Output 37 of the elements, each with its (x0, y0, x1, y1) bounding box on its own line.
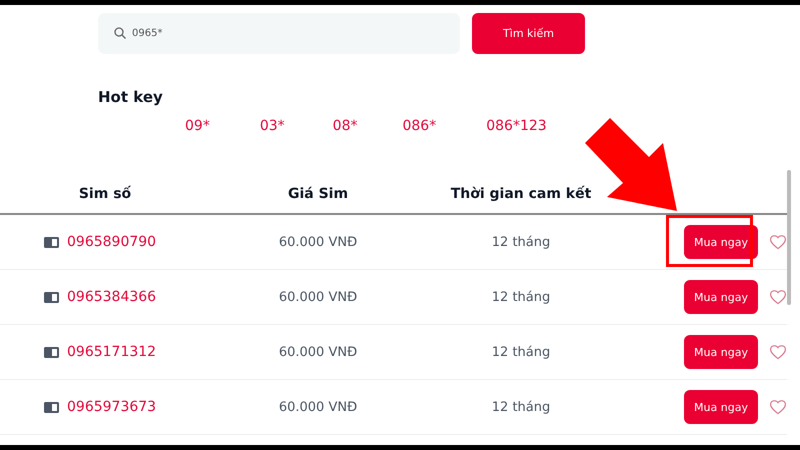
heart-icon[interactable] (769, 344, 787, 360)
sim-price: 60.000 VNĐ (278, 344, 358, 360)
buy-now-button[interactable]: Mua ngay (684, 225, 758, 259)
hot-key-title: Hot key (97, 87, 164, 106)
hot-key-link[interactable]: 086* (402, 118, 436, 134)
sim-number[interactable]: 0965973673 (67, 399, 156, 415)
sim-card-icon (44, 292, 59, 302)
column-header: Giá Sim (286, 186, 350, 202)
sim-number[interactable]: 0965890790 (67, 234, 156, 250)
buy-now-button[interactable]: Mua ngay (684, 335, 758, 369)
commitment-term: 12 tháng (490, 344, 552, 360)
heart-icon[interactable] (769, 399, 787, 415)
search-icon (114, 27, 126, 39)
column-header: Sim số (78, 186, 132, 202)
buy-now-button[interactable]: Mua ngay (684, 390, 758, 424)
sim-price: 60.000 VNĐ (278, 290, 358, 304)
scrollbar[interactable] (787, 170, 791, 305)
sim-price: 60.000 VNĐ (278, 234, 358, 250)
column-header: Thời gian cam kết (450, 186, 592, 202)
sim-number[interactable]: 0965171312 (67, 344, 156, 360)
sim-number[interactable]: 0965384366 (67, 289, 156, 305)
hot-key-link[interactable]: 086*123 (486, 118, 547, 134)
hot-key-link[interactable]: 09* (185, 118, 210, 134)
search-button[interactable]: Tìm kiếm (472, 13, 585, 54)
sim-card-icon (44, 346, 59, 358)
sim-price: 60.000 VNĐ (278, 400, 358, 414)
commitment-term: 12 tháng (490, 234, 552, 250)
buy-now-button[interactable]: Mua ngay (684, 280, 758, 314)
hot-key-link[interactable]: 03* (260, 118, 285, 134)
commitment-term: 12 tháng (490, 400, 552, 414)
heart-icon[interactable] (769, 234, 787, 250)
search-field[interactable]: 0965* (98, 13, 460, 54)
sim-card-icon (44, 236, 59, 248)
sim-card-icon (44, 402, 59, 412)
hot-key-link[interactable]: 08* (332, 118, 358, 134)
commitment-term: 12 tháng (490, 290, 552, 304)
heart-icon[interactable] (769, 289, 787, 305)
